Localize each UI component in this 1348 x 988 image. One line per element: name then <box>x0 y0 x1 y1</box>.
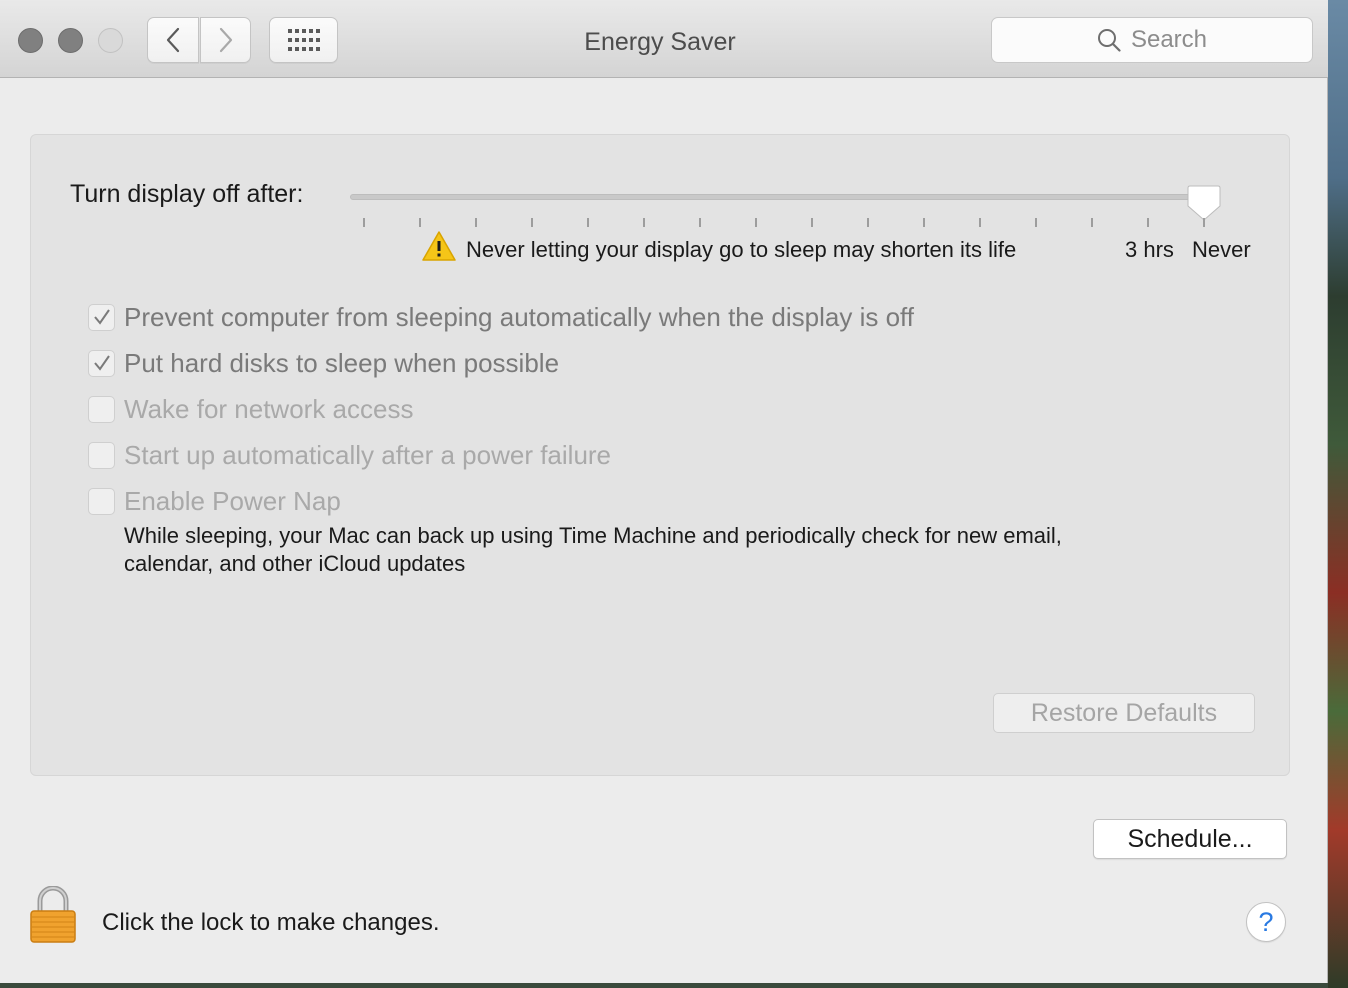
display-sleep-label: Turn display off after: <box>70 180 304 208</box>
grid-icon <box>287 29 320 51</box>
power-nap-description: While sleeping, your Mac can back up usi… <box>124 523 1062 576</box>
slider-tick <box>979 218 981 227</box>
slider-tick <box>363 218 365 227</box>
slider-tick <box>531 218 533 227</box>
option-label: Wake for network access <box>124 393 414 424</box>
option-startup-power-failure[interactable]: Start up automatically after a power fai… <box>88 440 611 470</box>
lock-message: Click the lock to make changes. <box>102 909 440 936</box>
checkmark-icon <box>93 309 110 325</box>
option-wake-network[interactable]: Wake for network access <box>88 394 413 424</box>
slider-tick <box>867 218 869 227</box>
slider-tick <box>699 218 701 227</box>
slider-tick <box>1091 218 1093 227</box>
option-power-nap[interactable]: Enable Power Nap <box>88 486 341 516</box>
search-field[interactable]: Search <box>991 17 1313 63</box>
close-window-button[interactable] <box>18 28 43 53</box>
desktop-background <box>1328 0 1348 988</box>
title-bar: Energy Saver Search <box>0 0 1328 78</box>
option-prevent-sleep[interactable]: Prevent computer from sleeping automatic… <box>88 302 914 332</box>
zoom-window-button[interactable] <box>98 28 123 53</box>
option-disk-sleep[interactable]: Put hard disks to sleep when possible <box>88 348 559 378</box>
tick-label-3hrs: 3 hrs <box>1125 237 1174 262</box>
checkbox-wake-network[interactable] <box>88 395 115 423</box>
display-sleep-slider-track[interactable] <box>350 194 1218 200</box>
option-label: Start up automatically after a power fai… <box>124 439 612 470</box>
slider-warning-text: Never letting your display go to sleep m… <box>466 237 1017 262</box>
slider-tick <box>811 218 813 227</box>
search-placeholder: Search <box>1130 26 1208 53</box>
option-label: Put hard disks to sleep when possible <box>124 347 560 378</box>
checkbox-prevent-sleep[interactable] <box>88 303 115 331</box>
slider-tick <box>475 218 477 227</box>
tick-label-never: Never <box>1192 237 1251 262</box>
slider-tick <box>587 218 589 227</box>
slider-tick <box>643 218 645 227</box>
slider-tick <box>755 218 757 227</box>
checkbox-disk-sleep[interactable] <box>88 349 115 377</box>
schedule-button[interactable]: Schedule... <box>1093 819 1287 859</box>
slider-tick <box>1147 218 1149 227</box>
checkbox-power-nap[interactable] <box>88 487 115 515</box>
slider-tick <box>923 218 925 227</box>
restore-defaults-button[interactable]: Restore Defaults <box>993 693 1255 733</box>
slider-tick <box>419 218 421 227</box>
display-sleep-slider-thumb[interactable] <box>1187 184 1221 222</box>
option-label: Prevent computer from sleeping automatic… <box>124 301 915 332</box>
energy-saver-window: Energy Saver Search Turn display off aft… <box>0 0 1328 983</box>
checkbox-startup-power-failure[interactable] <box>88 441 115 469</box>
minimize-window-button[interactable] <box>58 28 83 53</box>
window-title: Energy Saver <box>584 28 736 56</box>
show-all-button[interactable] <box>269 17 338 63</box>
chevron-left-icon <box>166 27 180 53</box>
option-label: Enable Power Nap <box>124 485 341 516</box>
lock-icon[interactable] <box>28 886 78 944</box>
back-button[interactable] <box>147 17 199 63</box>
warning-icon <box>422 231 456 261</box>
forward-button[interactable] <box>200 17 251 63</box>
chevron-right-icon <box>219 27 232 53</box>
slider-tick <box>1035 218 1037 227</box>
help-button[interactable]: ? <box>1246 902 1286 942</box>
checkmark-icon <box>93 355 110 371</box>
search-icon <box>1097 29 1121 52</box>
slider-tick <box>1203 218 1205 227</box>
